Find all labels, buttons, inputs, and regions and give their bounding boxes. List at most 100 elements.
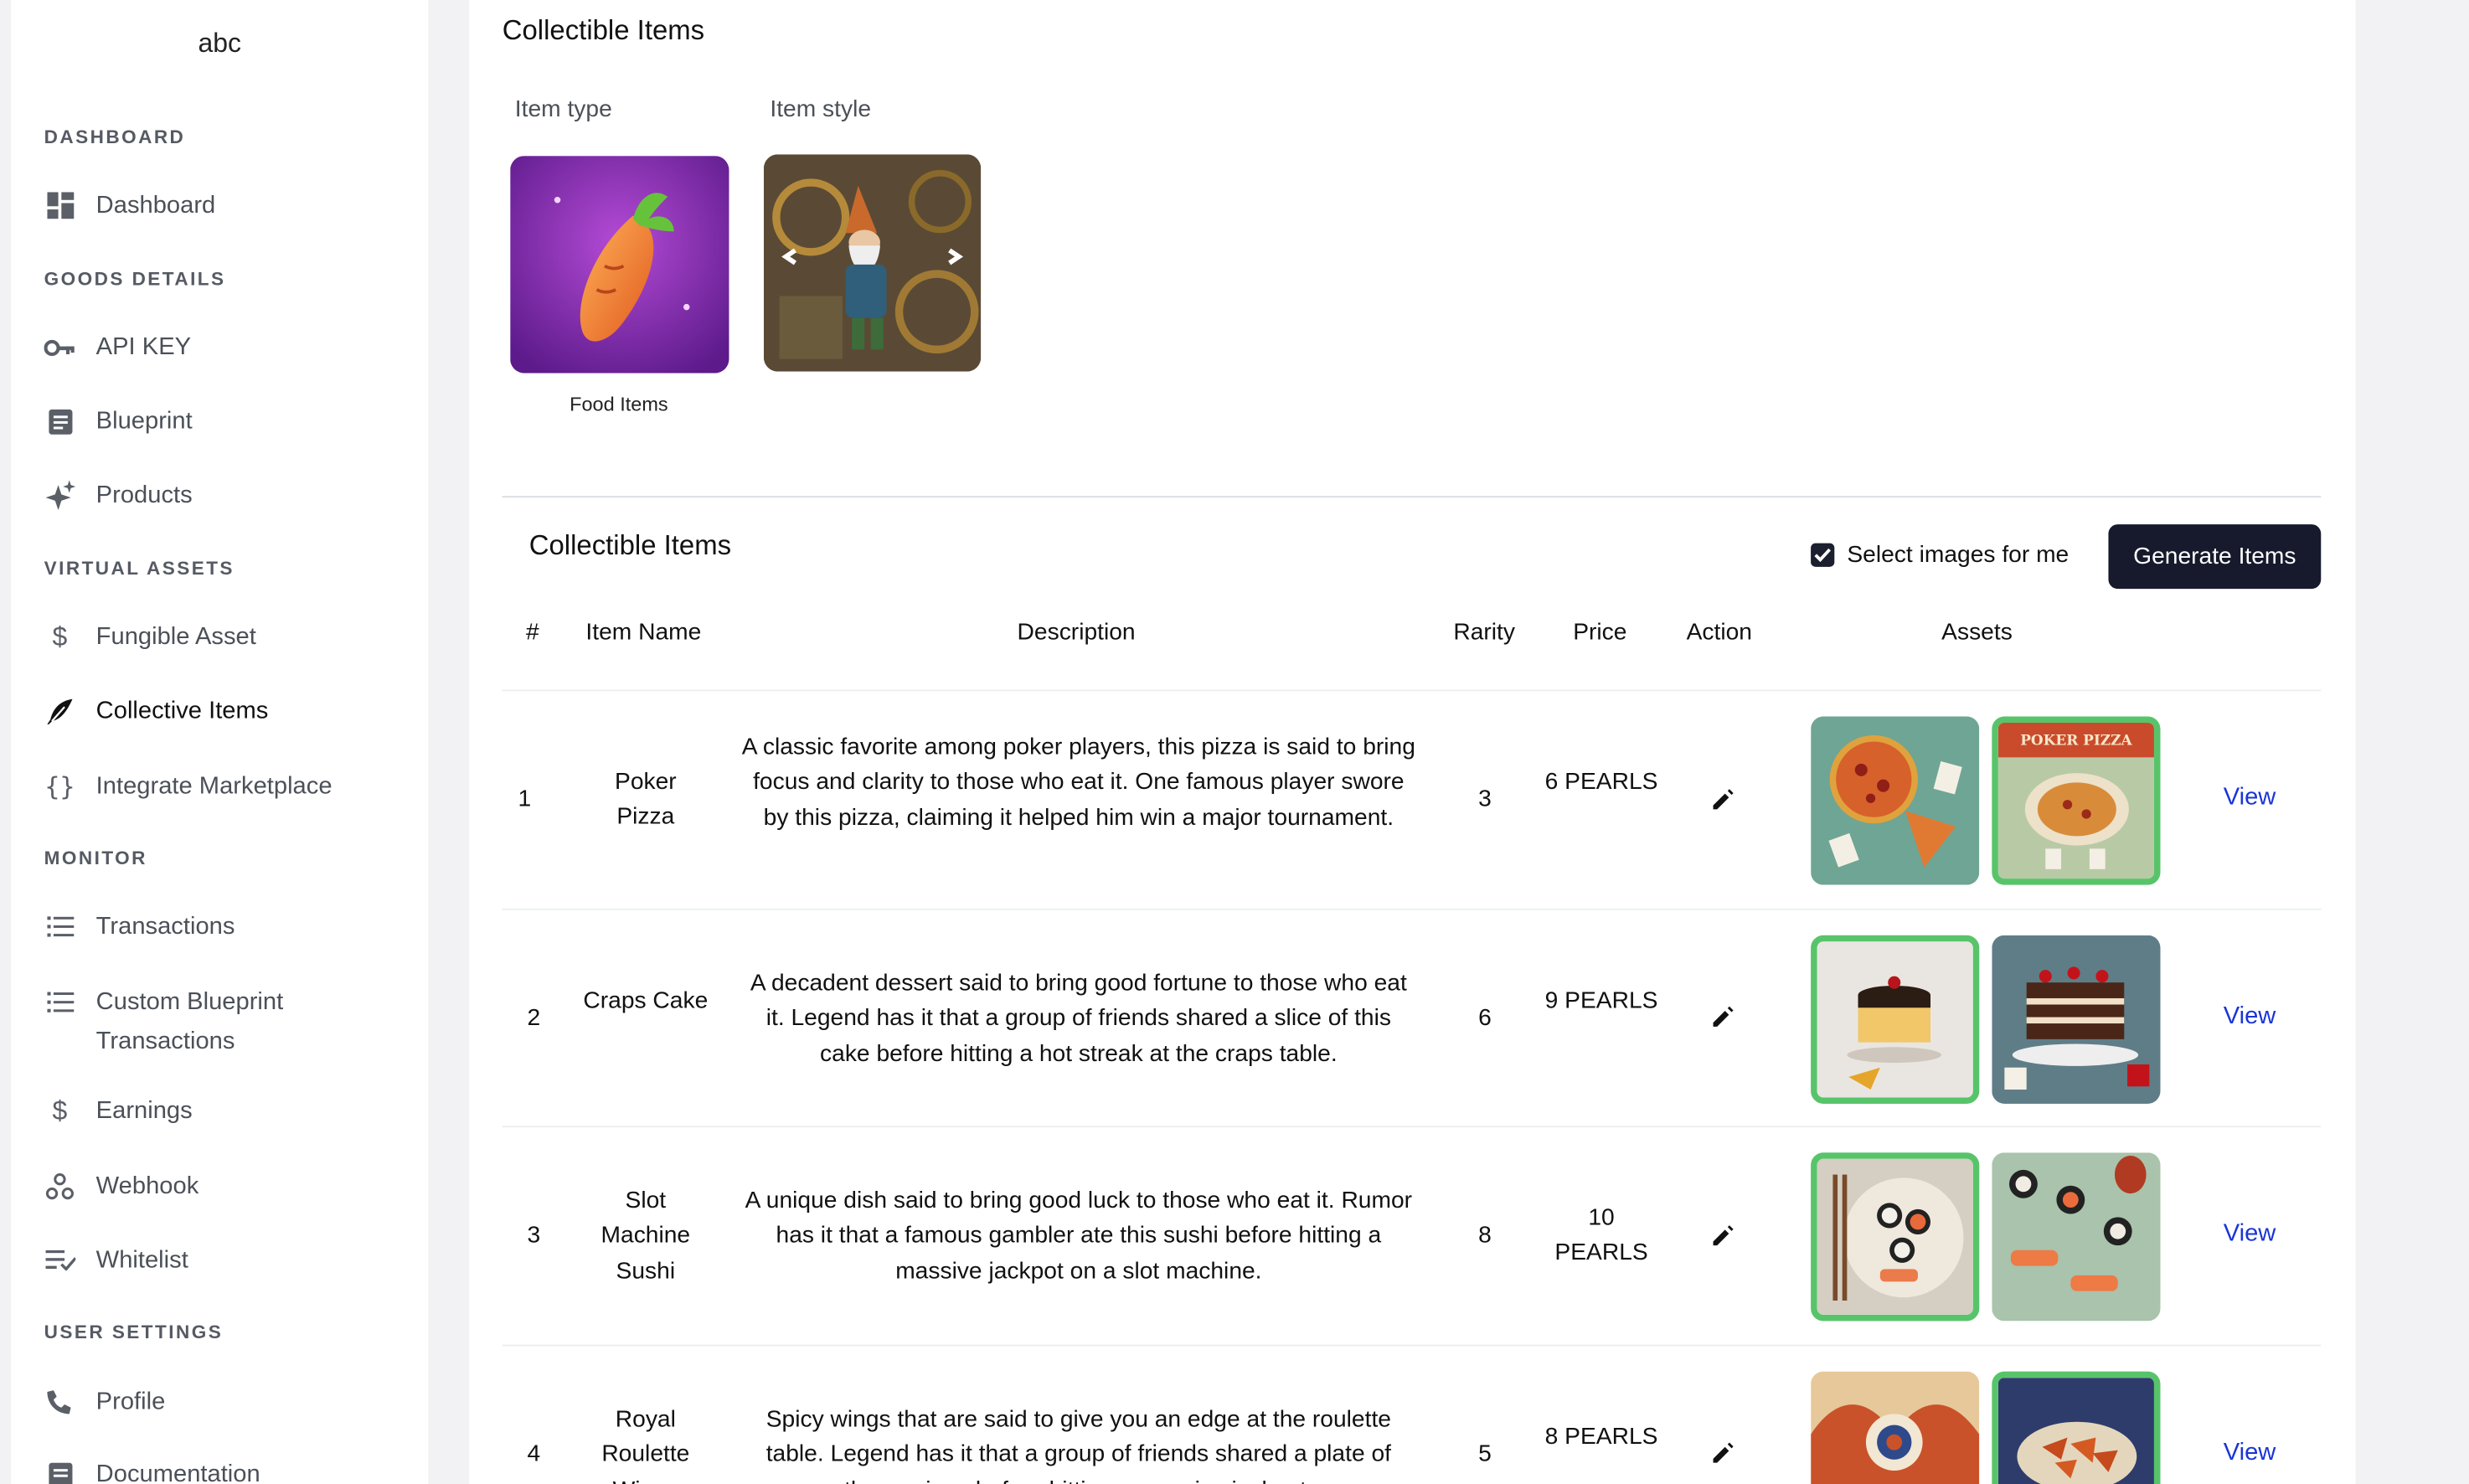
item-type-caption: Food Items bbox=[570, 394, 668, 416]
col-number: # bbox=[525, 618, 539, 646]
main-panel: Collectible Items Item type Item style F… bbox=[469, 0, 2356, 1484]
col-rarity: Rarity bbox=[1453, 618, 1515, 646]
row-price: 10 PEARLS bbox=[1554, 1204, 1648, 1267]
key-icon bbox=[44, 327, 76, 367]
row-divider bbox=[502, 908, 2322, 910]
sidebar-item-label: Transactions bbox=[95, 913, 235, 940]
item-style-label: Item style bbox=[770, 95, 872, 123]
roulette-emblem-image bbox=[1811, 1371, 1980, 1484]
col-item-name: Item Name bbox=[585, 618, 702, 646]
sidebar-item-fungible-asset[interactable]: $ Fungible Asset bbox=[44, 617, 422, 657]
row-description: A decadent dessert said to bring good fo… bbox=[750, 970, 1407, 1067]
dollar-icon: $ bbox=[52, 621, 68, 652]
asset-thumbnail[interactable] bbox=[1992, 1152, 2161, 1322]
item-type-card-food[interactable] bbox=[510, 156, 729, 374]
row-item-name: Slot Machine Sushi bbox=[600, 1187, 691, 1285]
view-link[interactable]: View bbox=[2224, 1003, 2276, 1032]
sparkle-icon bbox=[44, 476, 76, 515]
sidebar-item-whitelist[interactable]: Whitelist bbox=[44, 1241, 422, 1280]
sidebar-item-dashboard[interactable]: Dashboard bbox=[44, 186, 422, 225]
sidebar-item-label: Integrate Marketplace bbox=[95, 773, 332, 801]
row-rarity: 8 bbox=[1478, 1221, 1492, 1249]
dollar-icon: $ bbox=[52, 1095, 68, 1126]
app-root: abc DASHBOARD Dashboard GOODS DETAILS AP… bbox=[0, 0, 2469, 1484]
page-title: Collectible Items bbox=[502, 13, 705, 46]
row-price: 6 PEARLS bbox=[1544, 768, 1658, 796]
checklist-icon bbox=[44, 1241, 76, 1280]
row-item-name: Poker Pizza bbox=[615, 768, 677, 831]
select-images-checkbox[interactable] bbox=[1811, 543, 1835, 567]
asset-thumbnail[interactable] bbox=[1992, 935, 2161, 1104]
row-divider bbox=[502, 1126, 2322, 1128]
sushi-plate-image bbox=[1817, 1158, 1973, 1315]
asset-thumbnail-selected[interactable] bbox=[1811, 935, 1980, 1104]
sidebar-item-label: Profile bbox=[95, 1389, 166, 1416]
row-number: 1 bbox=[518, 786, 532, 813]
view-link[interactable]: View bbox=[2224, 1220, 2276, 1249]
generate-items-button[interactable]: Generate Items bbox=[2108, 524, 2322, 590]
row-number: 2 bbox=[527, 1004, 541, 1032]
edit-icon[interactable] bbox=[1710, 787, 1735, 812]
asset-thumbnail-selected[interactable] bbox=[1992, 1371, 2161, 1484]
phone-person-icon bbox=[44, 1383, 76, 1422]
select-images-label: Select images for me bbox=[1847, 541, 2070, 569]
col-assets: Assets bbox=[1941, 618, 2013, 646]
sidebar-item-integrate-marketplace[interactable]: {} Integrate Marketplace bbox=[44, 767, 422, 806]
divider bbox=[502, 496, 2322, 498]
sidebar-item-earnings[interactable]: $ Earnings bbox=[44, 1091, 422, 1131]
row-description: Spicy wings that are said to give you an… bbox=[765, 1405, 1392, 1484]
sidebar-item-label: Blueprint bbox=[95, 407, 193, 435]
feather-icon bbox=[44, 691, 76, 730]
row-number: 3 bbox=[527, 1221, 541, 1249]
row-item-name: Royal Roulette Wings bbox=[601, 1405, 690, 1484]
row-price: 9 PEARLS bbox=[1544, 987, 1658, 1014]
poster-label: POKER PIZZA bbox=[2020, 731, 2132, 748]
sidebar-item-api-key[interactable]: API KEY bbox=[44, 327, 422, 367]
select-images-toggle[interactable]: Select images for me bbox=[1811, 542, 2069, 569]
sidebar-item-documentation[interactable]: Documentation bbox=[44, 1455, 422, 1484]
edit-icon[interactable] bbox=[1710, 1224, 1735, 1249]
list-icon bbox=[44, 982, 76, 1022]
sidebar-item-webhook[interactable]: Webhook bbox=[44, 1167, 422, 1206]
sidebar-item-label: Earnings bbox=[95, 1097, 193, 1125]
row-rarity: 6 bbox=[1478, 1004, 1492, 1032]
asset-thumbnail-selected[interactable] bbox=[1811, 1152, 1980, 1322]
asset-thumbnail[interactable] bbox=[1811, 1371, 1980, 1484]
check-icon bbox=[1814, 548, 1832, 563]
dashboard-icon bbox=[44, 186, 76, 225]
document-icon bbox=[44, 401, 76, 441]
asset-thumbnail-selected[interactable]: POKER PIZZA bbox=[1992, 716, 2161, 885]
edit-icon[interactable] bbox=[1710, 1440, 1735, 1466]
craps-cake-image bbox=[1992, 935, 2161, 1104]
list-icon bbox=[44, 907, 76, 946]
sidebar-item-collective-items[interactable]: Collective Items bbox=[44, 691, 422, 730]
sidebar-item-label: Products bbox=[95, 482, 193, 509]
sidebar-item-profile[interactable]: Profile bbox=[44, 1383, 422, 1422]
row-description: A unique dish said to bring good luck to… bbox=[745, 1187, 1413, 1285]
col-description: Description bbox=[1017, 618, 1136, 646]
item-type-label: Item type bbox=[514, 95, 612, 123]
row-number: 4 bbox=[527, 1440, 541, 1468]
col-price: Price bbox=[1573, 618, 1627, 646]
sidebar-item-products[interactable]: Products bbox=[44, 476, 422, 515]
edit-icon[interactable] bbox=[1710, 1005, 1735, 1030]
view-link[interactable]: View bbox=[2224, 1439, 2276, 1467]
sidebar-item-label: Dashboard bbox=[95, 192, 216, 219]
row-rarity: 3 bbox=[1478, 786, 1492, 813]
section-user-settings: USER SETTINGS bbox=[44, 1321, 224, 1343]
sidebar-item-label: API KEY bbox=[95, 333, 192, 361]
sidebar-item-transactions[interactable]: Transactions bbox=[44, 907, 422, 946]
sidebar-item-label: Documentation bbox=[95, 1461, 260, 1484]
sidebar-item-blueprint[interactable]: Blueprint bbox=[44, 401, 422, 441]
view-link[interactable]: View bbox=[2224, 784, 2276, 812]
asset-thumbnail[interactable] bbox=[1811, 716, 1980, 885]
sidebar-item-label: Whitelist bbox=[95, 1247, 188, 1275]
braces-icon: {} bbox=[44, 771, 75, 801]
document-icon bbox=[44, 1455, 76, 1484]
col-action: Action bbox=[1686, 618, 1752, 646]
poker-pizza-poster-image: POKER PIZZA bbox=[1997, 722, 2154, 879]
item-style-card[interactable] bbox=[763, 154, 982, 372]
brand-logo[interactable]: abc bbox=[11, 28, 428, 60]
sidebar-item-custom-blueprint-transactions[interactable]: Custom Blueprint Transactions bbox=[44, 982, 359, 1061]
row-price: 8 PEARLS bbox=[1544, 1423, 1658, 1451]
